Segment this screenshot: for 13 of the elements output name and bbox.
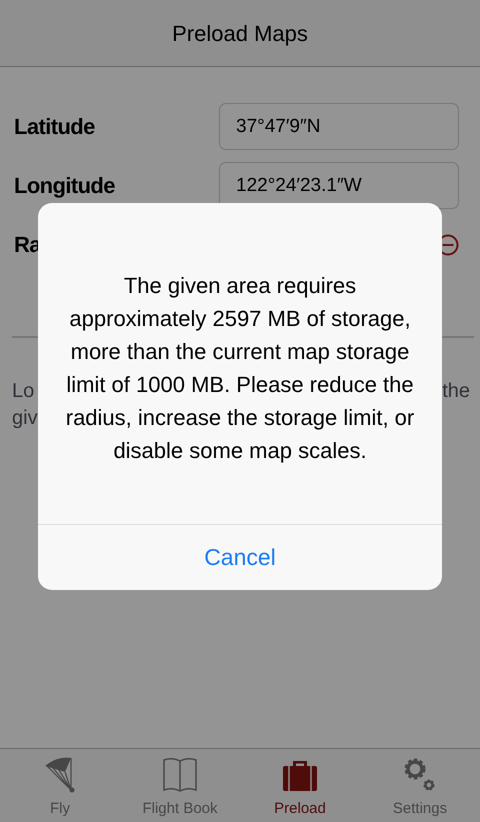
field-label: Latitude <box>14 113 95 141</box>
description-text: the <box>442 379 470 404</box>
tab-item[interactable]: Settings <box>360 749 480 822</box>
description-text: Lo <box>12 379 34 404</box>
alert-message: The given area requires approximately 2597 MB of storage, more than the current map storage limit of 1000 MB. Please reduce the radius, increase the storage limit, or disable some map scales. <box>64 272 416 465</box>
tab-item[interactable]: Fly <box>0 749 120 822</box>
tab-item[interactable]: Preload <box>240 749 360 822</box>
tab-item[interactable]: Flight Book <box>120 749 240 822</box>
field-label: Longitude <box>14 172 115 200</box>
cancel-button[interactable]: Cancel <box>38 524 442 590</box>
text-field[interactable]: 37°47′9″N <box>219 103 459 150</box>
nav-title: Preload Maps <box>172 20 308 48</box>
description-text: giv <box>12 407 38 429</box>
